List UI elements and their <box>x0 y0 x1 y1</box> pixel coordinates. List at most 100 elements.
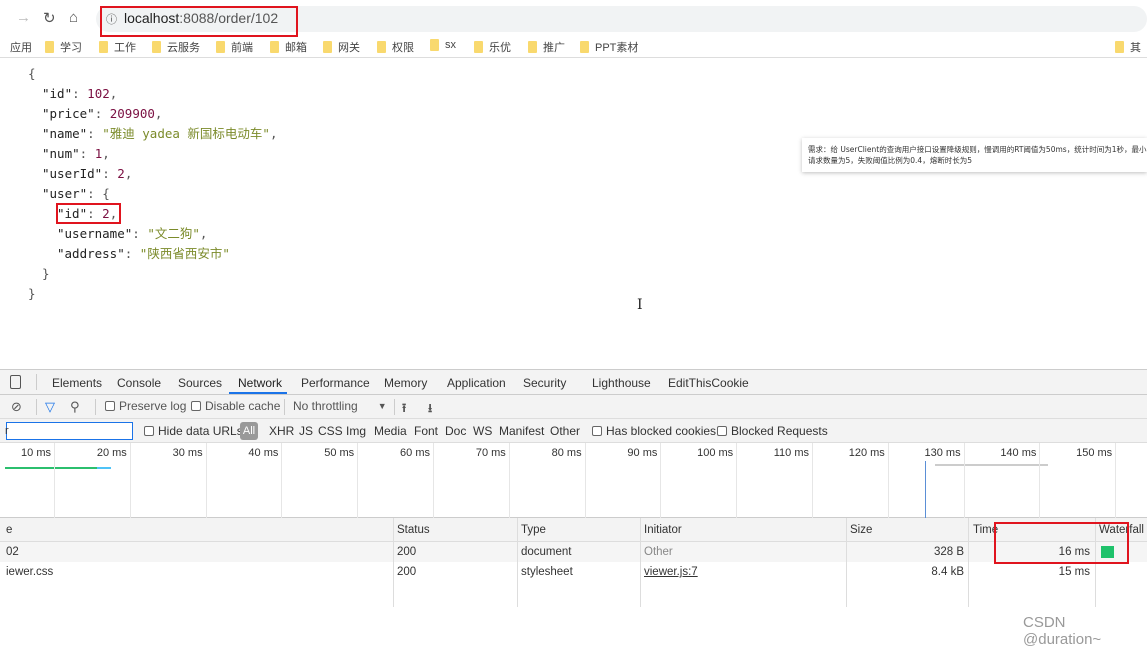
forward-icon[interactable]: → <box>16 9 31 26</box>
network-request-table: e Status Type Initiator Size Time Waterfall 02 2… <box>0 518 1147 608</box>
disable-cache-checkbox[interactable]: Disable cache <box>191 399 280 413</box>
bookmark-item[interactable]: 邮箱 <box>270 39 307 55</box>
note-line: 需求：给 UserClient的查询用户接口设置降级规则，慢调用的RT阈值为50… <box>808 145 1147 154</box>
timeline-tick-label: 20 ms <box>96 447 127 459</box>
column-divider <box>846 518 847 607</box>
json-token: "address" <box>57 246 125 261</box>
has-blocked-cookies-checkbox[interactable]: Has blocked cookies <box>592 424 716 438</box>
timeline-gridline <box>963 443 965 518</box>
tab-network[interactable]: Network <box>238 376 282 390</box>
column-divider <box>640 518 641 607</box>
tab-memory[interactable]: Memory <box>384 376 427 390</box>
type-filter-ws[interactable]: WS <box>473 424 492 438</box>
timeline-tick-label: 30 ms <box>172 447 203 459</box>
timeline-gridline <box>205 443 207 518</box>
tab-lighthouse[interactable]: Lighthouse <box>592 376 651 390</box>
filter-icon[interactable]: ▽ <box>45 399 55 415</box>
export-har-icon[interactable]: ⭳ <box>428 399 432 420</box>
column-header-initiator[interactable]: Initiator <box>644 524 682 536</box>
timeline-bar-document <box>5 467 97 469</box>
timeline-tick-label: 10 ms <box>21 447 51 459</box>
watermark: CSDN @duration~ <box>1023 614 1102 648</box>
folder-icon <box>99 41 108 53</box>
tab-sources[interactable]: Sources <box>178 376 222 390</box>
type-filter-img[interactable]: Img <box>346 424 366 438</box>
type-filter-media[interactable]: Media <box>374 424 407 438</box>
bookmark-item[interactable]: 学习 <box>45 39 82 55</box>
timeline-gridline <box>433 443 434 518</box>
preserve-log-checkbox[interactable]: Preserve log <box>105 399 186 413</box>
json-token: "陕西省西安市" <box>139 246 230 261</box>
network-timeline-overview[interactable]: 10 ms 20 ms 30 ms 40 ms 50 ms 60 ms 70 ms 80 ms… <box>0 443 1147 518</box>
import-har-icon[interactable]: ⭱ <box>402 399 406 420</box>
json-line: } <box>42 264 50 284</box>
filter-value: r <box>5 425 9 437</box>
blocked-requests-checkbox[interactable]: Blocked Requests <box>717 424 828 438</box>
search-icon[interactable]: ⚲ <box>70 399 80 415</box>
request-status: 200 <box>397 546 417 558</box>
throttling-select[interactable]: No throttling ▼ <box>293 399 387 413</box>
json-token: , <box>124 166 133 181</box>
type-filter-all[interactable]: All <box>240 422 258 440</box>
hide-data-urls-checkbox[interactable]: Hide data URLs <box>144 424 243 438</box>
bookmark-label: 网关 <box>338 42 360 54</box>
device-toggle-icon[interactable] <box>10 375 21 389</box>
bookmark-item[interactable]: 推广 <box>528 39 565 55</box>
column-header-type[interactable]: Type <box>521 524 546 536</box>
column-header-status[interactable]: Status <box>397 524 430 536</box>
reload-icon[interactable]: ↻ <box>43 9 56 27</box>
json-token: "文二狗" <box>147 226 200 241</box>
clear-icon[interactable]: ⊘ <box>11 399 22 415</box>
json-token: : <box>132 226 148 241</box>
filter-input[interactable]: r <box>5 422 133 440</box>
request-initiator[interactable]: viewer.js:7 <box>644 566 698 578</box>
column-header-size[interactable]: Size <box>850 524 872 536</box>
bookmark-item[interactable]: 云服务 <box>152 39 200 55</box>
timeline-tick-label: 70 ms <box>475 447 506 459</box>
type-filter-js[interactable]: JS <box>299 424 313 438</box>
type-filter-css[interactable]: CSS <box>318 424 343 438</box>
bookmark-item[interactable]: 其 <box>1115 39 1141 55</box>
tab-elements[interactable]: Elements <box>52 376 102 390</box>
json-token: , <box>269 126 278 141</box>
bookmark-item[interactable]: 前端 <box>216 39 253 55</box>
home-icon[interactable]: ⌂ <box>69 9 78 26</box>
bookmark-label: 云服务 <box>167 42 200 54</box>
request-size: 8.4 kB <box>931 566 964 578</box>
column-header-e[interactable]: e <box>6 524 12 536</box>
json-token: 2 <box>117 166 125 181</box>
bookmark-item[interactable]: 网关 <box>323 39 360 55</box>
tab-editthiscookie[interactable]: EditThisCookie <box>668 376 749 390</box>
type-filter-other[interactable]: Other <box>550 424 580 438</box>
type-filter-doc[interactable]: Doc <box>445 424 466 438</box>
request-name[interactable]: iewer.css <box>6 566 53 578</box>
timeline-tick-label: 130 ms <box>924 447 961 459</box>
tab-security[interactable]: Security <box>523 376 566 390</box>
tab-application[interactable]: Application <box>447 376 506 390</box>
json-token: : <box>87 126 103 141</box>
type-filter-manifest[interactable]: Manifest <box>499 424 544 438</box>
json-token: , <box>199 226 208 241</box>
tab-console[interactable]: Console <box>117 376 161 390</box>
bookmark-item[interactable]: sx <box>430 39 456 51</box>
json-token: , <box>109 86 118 101</box>
request-name[interactable]: 02 <box>6 546 19 558</box>
label: Has blocked cookies <box>606 424 717 438</box>
bookmark-item[interactable]: 应用 <box>10 39 32 55</box>
bookmark-item[interactable]: 权限 <box>377 39 414 55</box>
folder-icon <box>1115 41 1124 53</box>
bookmark-item[interactable]: 工作 <box>99 39 136 55</box>
timeline-tick-label: 100 ms <box>697 447 734 459</box>
json-token: 209900 <box>109 106 155 121</box>
folder-icon <box>270 41 279 53</box>
json-token: , <box>102 146 110 161</box>
tab-performance[interactable]: Performance <box>301 376 370 390</box>
bookmark-item[interactable]: PPT素材 <box>580 39 638 55</box>
devtools-tabs: Elements Console Sources Network Performance… <box>0 370 1147 395</box>
timeline-tick-label: 120 ms <box>848 447 885 459</box>
json-token: 102 <box>87 86 110 101</box>
type-filter-xhr[interactable]: XHR <box>269 424 294 438</box>
type-filter-font[interactable]: Font <box>414 424 438 438</box>
timeline-gridline <box>584 443 586 518</box>
bookmark-item[interactable]: 乐优 <box>474 39 511 55</box>
